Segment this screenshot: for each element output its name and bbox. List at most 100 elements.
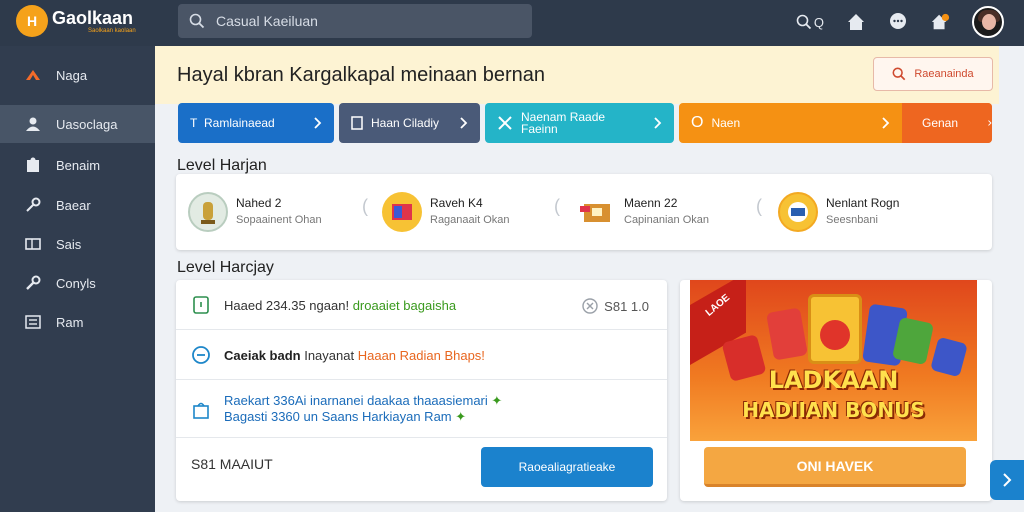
chevron-right-icon (988, 120, 992, 126)
quick-action-1[interactable]: T Ramlainaead (178, 103, 334, 143)
main-content: Hayal kbran Kargalkapal meinaan bernan R… (155, 46, 1024, 512)
chevron-right-icon (456, 117, 472, 129)
tools-icon (498, 116, 512, 130)
brand-name: Gaolkaan (52, 7, 134, 28)
levels-section-title: Level Harjan (177, 157, 267, 174)
sidebar-item-label: Benaim (56, 157, 101, 173)
sidebar-item-sais[interactable]: Sais (0, 225, 155, 263)
level-sub: Sopaainent Ohan (236, 214, 322, 226)
quick-action-label: Haan Ciladiy (371, 116, 440, 130)
level-name: Raveh K4 (430, 196, 483, 210)
task-text: Haaed 234.35 ngaan! (224, 298, 350, 313)
sidebar-item-label: Sais (56, 236, 82, 252)
brand-logo[interactable]: H Gaolkaan Saolkaan kaolaan (16, 5, 136, 37)
card-icon (24, 235, 42, 253)
level-sub: Capinanian Okan (624, 214, 710, 226)
chevron-right-icon (650, 117, 666, 129)
level-name: Nahed 2 (236, 196, 282, 210)
level-separator: ( (362, 196, 368, 216)
tasks-section-title: Level Harcjay (177, 259, 274, 276)
quick-action-extra-label: Genan (922, 116, 959, 130)
close-circle-icon[interactable] (582, 298, 598, 314)
list-icon (24, 313, 42, 331)
avatar[interactable] (972, 6, 1004, 38)
promo-image: LAOE LADKAAN HADIIAN BONUS (690, 280, 977, 441)
quick-action-3[interactable]: Naenam Raade Faeinn (485, 103, 674, 143)
promo-card: LAOE LADKAAN HADIIAN BONUS ONI HAVEK (680, 280, 992, 501)
quick-action-extra[interactable]: Genan (902, 103, 992, 143)
search-bar[interactable] (178, 4, 532, 38)
controller-icon (191, 345, 211, 365)
bag-icon (191, 400, 211, 420)
task-row[interactable]: Raekart 336Ai inarnanei daakaa thaaasiem… (176, 380, 667, 438)
chevron-right-icon (1003, 473, 1012, 487)
task-highlight: Haaan Radian Bhaps! (357, 348, 485, 363)
level-sub: Raganaait Okan (430, 214, 510, 226)
sidebar-item-label: Naga (56, 67, 88, 83)
promo-headline-2: HADIIAN BONUS (742, 398, 925, 422)
brand-tagline: Saolkaan kaolaan (88, 27, 136, 34)
top-search-button[interactable]: Q (796, 14, 824, 30)
task-row[interactable]: Haaed 234.35 ngaan! droaaiet bagaisha S8… (176, 280, 667, 330)
sidebar-item-label: Ram (56, 314, 84, 330)
sparkle-icon: ✦ (491, 393, 503, 408)
quick-action-label: Naenam Raade Faeinn (521, 110, 606, 136)
home-icon[interactable] (846, 12, 866, 32)
task-footer-text: S81 MAAIUT (191, 456, 273, 472)
quick-action-label: Ramlainaead (204, 116, 275, 130)
tasks-card: Haaed 234.35 ngaan! droaaiet bagaisha S8… (176, 280, 667, 501)
level-name: Maenn 22 (624, 196, 678, 210)
sidebar-item-conyls[interactable]: Conyls (0, 264, 155, 302)
quick-action-2[interactable]: Haan Ciladiy (339, 103, 480, 143)
quick-action-label: Naen (711, 116, 741, 130)
task-middle: Inayanat (304, 348, 355, 363)
level-name: Nenlant Rogn (826, 196, 900, 210)
level-item[interactable]: Raveh K4 Raganaait Okan (382, 192, 572, 232)
chevron-right-icon (878, 117, 894, 129)
trophy-icon (188, 192, 228, 232)
quick-action-prefix: O (691, 114, 704, 131)
welcome-banner: Hayal kbran Kargalkapal meinaan bernan R… (155, 46, 999, 104)
task-highlight: droaaiet bagaisha (352, 298, 457, 313)
quick-action-prefix: T (190, 116, 198, 130)
promo-headline-1: LADKAAN (768, 366, 899, 394)
quick-action-4[interactable]: O Naen Genan (679, 103, 992, 143)
sparkle-icon: ✦ (455, 409, 467, 424)
task-row[interactable]: Caeiak badn Inayanat Haaan Radian Bhaps! (176, 330, 667, 380)
puzzle-icon (24, 156, 42, 174)
sidebar-item-naga[interactable]: Naga (0, 56, 155, 94)
level-item[interactable]: Nahed 2 Sopaainent Ohan (188, 192, 378, 232)
top-bar: H Gaolkaan Saolkaan kaolaan Q (0, 0, 1024, 46)
search-icon (188, 12, 206, 30)
sidebar-item-uasoclaga[interactable]: Uasoclaga (0, 105, 155, 143)
sidebar-item-label: Baear (56, 197, 91, 213)
key-icon (24, 196, 42, 214)
task-action-button[interactable]: Raoealiagratieake (481, 447, 653, 487)
search-icon (892, 67, 906, 81)
level-item[interactable]: Maenn 22 Capinanian Okan (576, 192, 766, 232)
task-value: S81 1.0 (604, 298, 649, 314)
level-item[interactable]: Nenlant Rogn Seesnbani (778, 192, 968, 232)
flame-icon (24, 66, 42, 84)
sidebar-item-benaim[interactable]: Benaim (0, 146, 155, 184)
sidebar-item-ram[interactable]: Ram (0, 303, 155, 341)
task-line-1: Raekart 336Ai inarnanei daakaa thaaasiem… (224, 393, 488, 408)
chevron-right-icon (310, 117, 326, 129)
promo-button[interactable]: ONI HAVEK (704, 447, 966, 487)
treasure-icon (576, 192, 616, 232)
brand-badge: H (16, 5, 48, 37)
levels-card: Nahed 2 Sopaainent Ohan ( Raveh K4 Ragan… (176, 174, 992, 250)
top-search-label: Q (813, 14, 824, 30)
search-input[interactable] (216, 13, 516, 29)
wrench-icon (24, 274, 42, 292)
chat-icon[interactable] (888, 12, 908, 32)
medal-icon (778, 192, 818, 232)
notification-home-icon[interactable] (930, 12, 950, 32)
banner-search-button[interactable]: Raeanainda (873, 57, 993, 91)
level-separator: ( (554, 196, 560, 216)
sidebar-item-baear[interactable]: Baear (0, 186, 155, 224)
sidebar-item-label: Conyls (56, 275, 96, 291)
sidebar: Naga Uasoclaga Benaim Baear Sais Conyls (0, 46, 155, 512)
floating-expand-button[interactable] (990, 460, 1024, 500)
users-icon (24, 115, 42, 133)
